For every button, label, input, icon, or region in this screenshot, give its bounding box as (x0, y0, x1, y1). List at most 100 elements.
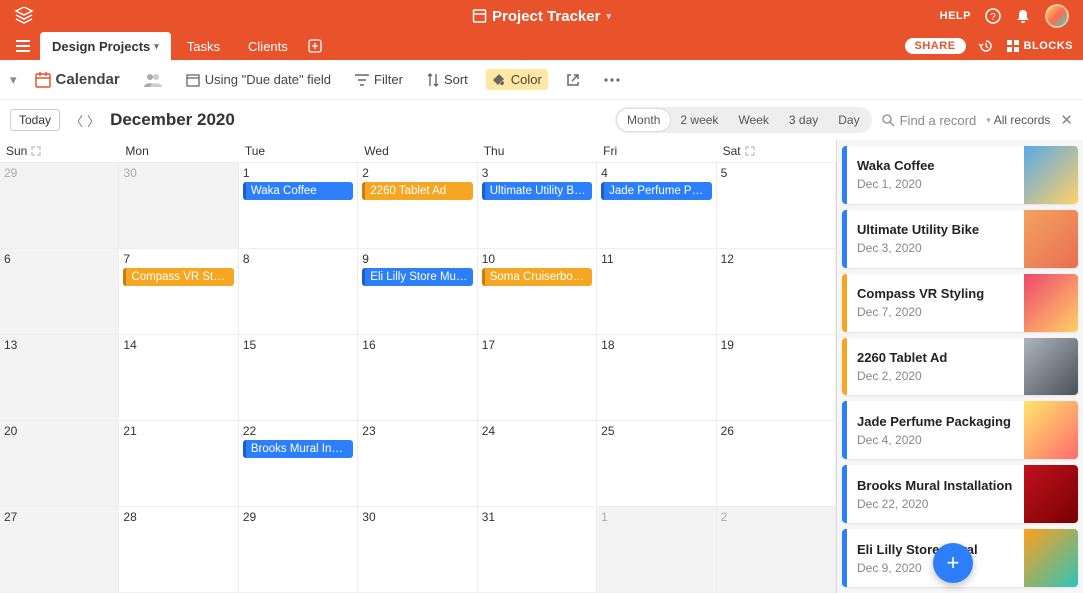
event-pill[interactable]: Ultimate Utility Bike (482, 182, 592, 200)
event-pill[interactable]: Eli Lilly Store Mural (362, 268, 472, 286)
day-cell[interactable]: 22Brooks Mural Inst… (239, 421, 358, 507)
plus-icon: + (947, 550, 960, 576)
day-cell[interactable]: 15 (239, 335, 358, 421)
avatar[interactable] (1045, 4, 1069, 28)
bell-icon[interactable] (1015, 8, 1031, 24)
record-card[interactable]: 2260 Tablet AdDec 2, 2020 (842, 338, 1078, 396)
day-cell[interactable]: 13 (0, 335, 119, 421)
range-3-day[interactable]: 3 day (779, 109, 828, 131)
day-cell[interactable]: 30 (119, 163, 238, 249)
event-pill[interactable]: Soma Cruiserboard (482, 268, 592, 286)
tab-clients[interactable]: Clients (236, 32, 300, 60)
base-icon (472, 9, 486, 23)
day-number: 19 (721, 338, 831, 352)
day-cell[interactable]: 28 (119, 507, 238, 593)
prev-month-button[interactable]: 〈 (70, 111, 83, 130)
day-cell[interactable]: 22260 Tablet Ad (358, 163, 477, 249)
app-logo-icon[interactable] (14, 7, 34, 25)
record-card[interactable]: Jade Perfume PackagingDec 4, 2020 (842, 401, 1078, 459)
day-cell[interactable]: 26 (717, 421, 836, 507)
day-cell[interactable]: 12 (717, 249, 836, 335)
day-cell[interactable]: 14 (119, 335, 238, 421)
blocks-button[interactable]: BLOCKS (1006, 39, 1073, 53)
filter-button[interactable]: Filter (349, 69, 409, 90)
day-cell[interactable]: 1 (597, 507, 716, 593)
day-cell[interactable]: 18 (597, 335, 716, 421)
day-cell[interactable]: 6 (0, 249, 119, 335)
range-day[interactable]: Day (828, 109, 869, 131)
dow-fri: Fri (597, 140, 716, 162)
day-cell[interactable]: 2 (717, 507, 836, 593)
event-pill[interactable]: Jade Perfume Pac… (601, 182, 711, 200)
color-button[interactable]: Color (486, 69, 548, 90)
more-button[interactable] (598, 75, 626, 85)
event-pill[interactable]: Compass VR Styli… (123, 268, 233, 286)
tab-design-projects[interactable]: Design Projects▾ (40, 32, 171, 60)
find-record[interactable]: Find a record (882, 113, 977, 128)
day-cell[interactable]: 21 (119, 421, 238, 507)
range-2-week[interactable]: 2 week (670, 109, 728, 131)
event-pill[interactable]: Waka Coffee (243, 182, 353, 200)
day-number: 9 (362, 252, 472, 266)
history-icon[interactable] (978, 38, 994, 54)
day-cell[interactable]: 27 (0, 507, 119, 593)
range-week[interactable]: Week (728, 109, 778, 131)
day-cell[interactable]: 25 (597, 421, 716, 507)
share-button[interactable]: SHARE (905, 38, 966, 54)
next-month-button[interactable]: 〉 (87, 111, 100, 130)
day-cell[interactable]: 29 (239, 507, 358, 593)
view-switcher[interactable]: Calendar (29, 68, 126, 91)
base-title[interactable]: Project Tracker ▾ (472, 8, 611, 25)
help-link[interactable]: HELP (940, 10, 971, 22)
record-card[interactable]: Ultimate Utility BikeDec 3, 2020 (842, 210, 1078, 268)
add-record-fab[interactable]: + (933, 543, 973, 583)
day-cell[interactable]: 3Ultimate Utility Bike (478, 163, 597, 249)
day-cell[interactable]: 17 (478, 335, 597, 421)
all-records-dropdown[interactable]: ▾ All records (986, 113, 1050, 127)
day-cell[interactable]: 23 (358, 421, 477, 507)
day-cell[interactable]: 31 (478, 507, 597, 593)
today-button[interactable]: Today (10, 109, 60, 131)
day-cell[interactable]: 29 (0, 163, 119, 249)
range-month[interactable]: Month (617, 109, 670, 131)
day-cell[interactable]: 19 (717, 335, 836, 421)
records-sidebar[interactable]: Waka CoffeeDec 1, 2020 Ultimate Utility B… (837, 140, 1083, 593)
day-number: 14 (123, 338, 233, 352)
date-field-button[interactable]: Using "Due date" field (180, 69, 337, 90)
day-cell[interactable]: 30 (358, 507, 477, 593)
day-cell[interactable]: 1Waka Coffee (239, 163, 358, 249)
day-cell[interactable]: 11 (597, 249, 716, 335)
day-cell[interactable]: 9 Eli Lilly Store Mural (358, 249, 477, 335)
close-sidebar-button[interactable]: ✕ (1060, 111, 1073, 129)
sort-button[interactable]: Sort (421, 69, 474, 90)
range-segmented: Month2 weekWeek3 dayDay (615, 107, 872, 133)
tab-tasks[interactable]: Tasks (175, 32, 232, 60)
event-pill[interactable]: 2260 Tablet Ad (362, 182, 472, 200)
event-pill[interactable]: Brooks Mural Inst… (243, 440, 353, 458)
add-tab-button[interactable] (304, 39, 326, 53)
card-title: Waka Coffee (857, 158, 1014, 173)
help-icon[interactable]: ? (985, 8, 1001, 24)
collaborators-button[interactable] (138, 70, 168, 90)
day-cell[interactable]: 7 Compass VR Styli… (119, 249, 238, 335)
record-card[interactable]: Brooks Mural InstallationDec 22, 2020 (842, 465, 1078, 523)
record-card[interactable]: Waka CoffeeDec 1, 2020 (842, 146, 1078, 204)
day-number: 30 (362, 510, 472, 524)
sort-icon (427, 73, 439, 87)
color-label: Color (511, 72, 542, 87)
day-number: 25 (601, 424, 711, 438)
day-cell[interactable]: 24 (478, 421, 597, 507)
tabs-right: SHARE BLOCKS (905, 38, 1073, 54)
day-cell[interactable]: 4Jade Perfume Pac… (597, 163, 716, 249)
share-view-button[interactable] (560, 70, 586, 90)
day-cell[interactable]: 10Soma Cruiserboard (478, 249, 597, 335)
expand-icon (31, 146, 41, 156)
day-cell[interactable]: 8 (239, 249, 358, 335)
day-cell[interactable]: 16 (358, 335, 477, 421)
record-card[interactable]: Compass VR StylingDec 7, 2020 (842, 274, 1078, 332)
hamburger-icon[interactable] (10, 35, 36, 57)
day-number: 7 (123, 252, 233, 266)
day-cell[interactable]: 20 (0, 421, 119, 507)
views-dropdown[interactable]: ▾ (10, 72, 17, 88)
day-cell[interactable]: 5 (717, 163, 836, 249)
